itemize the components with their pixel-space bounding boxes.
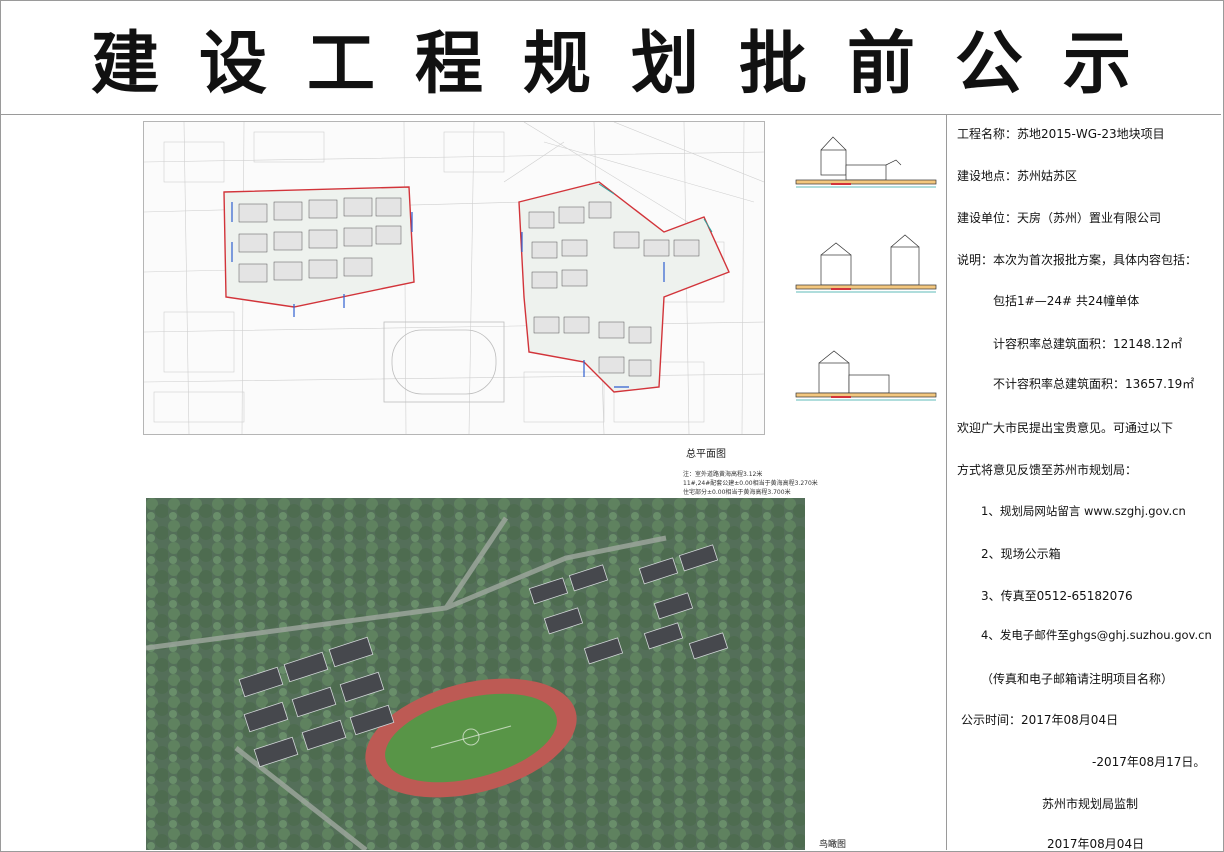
section-drawings: [791, 125, 941, 425]
aerial-caption: 鸟瞰图: [819, 840, 847, 850]
site-plan-notes: 注：室外道路黄海高程3.12米 11#,24#配套公建±0.00相当于黄海高程3…: [683, 470, 883, 497]
title-bar: 建设工程规划批前公示: [1, 1, 1221, 115]
sections-svg: [795, 136, 937, 401]
feedback-option-fax: 3、传真至0512-65182076: [981, 589, 1133, 603]
site-plan: [143, 121, 765, 435]
note-line: 注：室外道路黄海高程3.12米: [683, 471, 763, 478]
construction-unit: 建设单位：天房（苏州）置业有限公司: [957, 211, 1162, 225]
site-plan-drawing: [144, 122, 764, 434]
aerial-rendering-svg: [146, 498, 805, 850]
feedback-method: 方式将意见反馈至苏州市规划局：: [957, 463, 1138, 477]
feedback-option-website: 1、规划局网站留言 www.szghj.gov.cn: [981, 504, 1186, 518]
far-area: 计容积率总建筑面积：12148.12㎡: [993, 337, 1183, 351]
project-name: 工程名称：苏地2015-WG-23地块项目: [957, 127, 1165, 141]
drawings-panel: 总平面图 注：室外道路黄海高程3.12米 11#,24#配套公建±0.00相当于…: [1, 115, 947, 850]
description: 说明：本次为首次报批方案，具体内容包括：: [957, 253, 1198, 267]
period-end: -2017年08月17日。: [1092, 755, 1206, 769]
page-title: 建设工程规划批前公示: [90, 25, 1171, 104]
non-far-area: 不计容积率总建筑面积：13657.19㎡: [993, 377, 1195, 391]
feedback-note: （传真和电子邮箱请注明项目名称）: [981, 672, 1174, 686]
publish-date: 2017年08月04日: [1047, 837, 1145, 851]
info-panel: 工程名称：苏地2015-WG-23地块项目 建设地点：苏州姑苏区 建设单位：天房…: [947, 115, 1222, 851]
note-line: 住宅部分±0.00相当于黄海高程3.700米: [683, 489, 791, 496]
feedback-option-email: 4、发电子邮件至ghgs@ghj.suzhou.gov.cn: [981, 628, 1212, 642]
feedback-option-box: 2、现场公示箱: [981, 547, 1061, 561]
period-start: 公示时间：2017年08月04日: [961, 713, 1119, 727]
buildings-count: 包括1#—24# 共24幢单体: [993, 294, 1140, 308]
site-plan-caption: 总平面图: [686, 449, 726, 460]
aerial-rendering: [146, 498, 805, 850]
welcome-text: 欢迎广大市民提出宝贵意见。可通过以下: [957, 421, 1174, 435]
supervisor: 苏州市规划局监制: [1042, 797, 1139, 811]
note-line: 11#,24#配套公建±0.00相当于黄海高程3.270米: [683, 480, 818, 487]
project-location: 建设地点：苏州姑苏区: [957, 169, 1078, 183]
